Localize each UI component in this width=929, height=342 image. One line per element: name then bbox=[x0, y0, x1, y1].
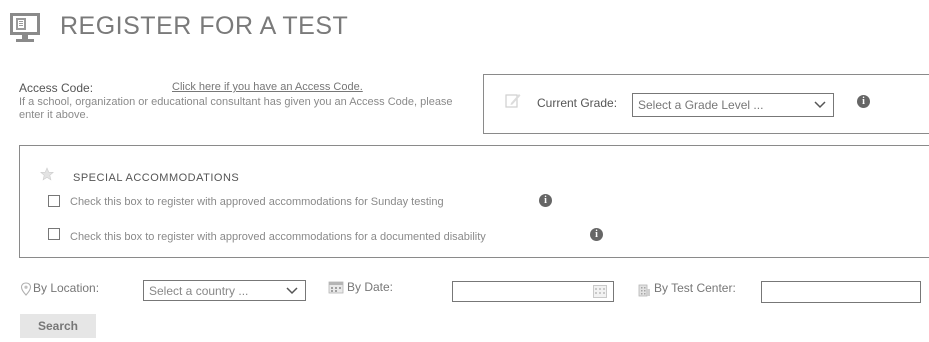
date-input[interactable] bbox=[452, 281, 614, 302]
chevron-down-icon bbox=[286, 287, 298, 295]
disability-checkbox[interactable] bbox=[48, 228, 60, 240]
grade-level-select[interactable]: Select a Grade Level ... bbox=[632, 93, 834, 117]
location-pin-icon bbox=[20, 282, 32, 296]
country-select-value: Select a country ... bbox=[149, 284, 249, 298]
search-button[interactable]: Search bbox=[20, 314, 96, 338]
country-select[interactable]: Select a country ... bbox=[143, 280, 306, 301]
sunday-testing-checkbox[interactable] bbox=[48, 195, 60, 207]
access-code-help-text: If a school, organization or educational… bbox=[19, 96, 453, 121]
access-code-link[interactable]: Click here if you have an Access Code. bbox=[172, 81, 363, 93]
grade-level-select-value: Select a Grade Level ... bbox=[638, 98, 764, 112]
disability-info-icon[interactable]: i bbox=[590, 228, 603, 241]
building-icon bbox=[638, 284, 650, 297]
disability-label: Check this box to register with approved… bbox=[70, 231, 486, 243]
calendar-icon bbox=[328, 281, 344, 294]
test-center-input[interactable] bbox=[761, 281, 921, 303]
star-icon bbox=[40, 167, 54, 181]
chevron-down-icon bbox=[814, 101, 826, 109]
sunday-testing-label: Check this box to register with approved… bbox=[70, 196, 444, 208]
by-test-center-label: By Test Center: bbox=[654, 281, 736, 295]
by-location-label: By Location: bbox=[33, 281, 100, 295]
page-title: REGISTER FOR A TEST bbox=[60, 12, 349, 40]
monitor-document-icon bbox=[10, 13, 40, 42]
sunday-testing-info-icon[interactable]: i bbox=[539, 194, 552, 207]
by-date-label: By Date: bbox=[347, 280, 394, 294]
date-picker-icon[interactable] bbox=[593, 285, 607, 298]
current-grade-label: Current Grade: bbox=[537, 96, 618, 110]
grade-info-icon[interactable]: i bbox=[857, 95, 870, 108]
pencil-icon bbox=[505, 94, 521, 108]
special-accommodations-title: SPECIAL ACCOMMODATIONS bbox=[73, 172, 240, 184]
access-code-label: Access Code: bbox=[19, 81, 94, 95]
